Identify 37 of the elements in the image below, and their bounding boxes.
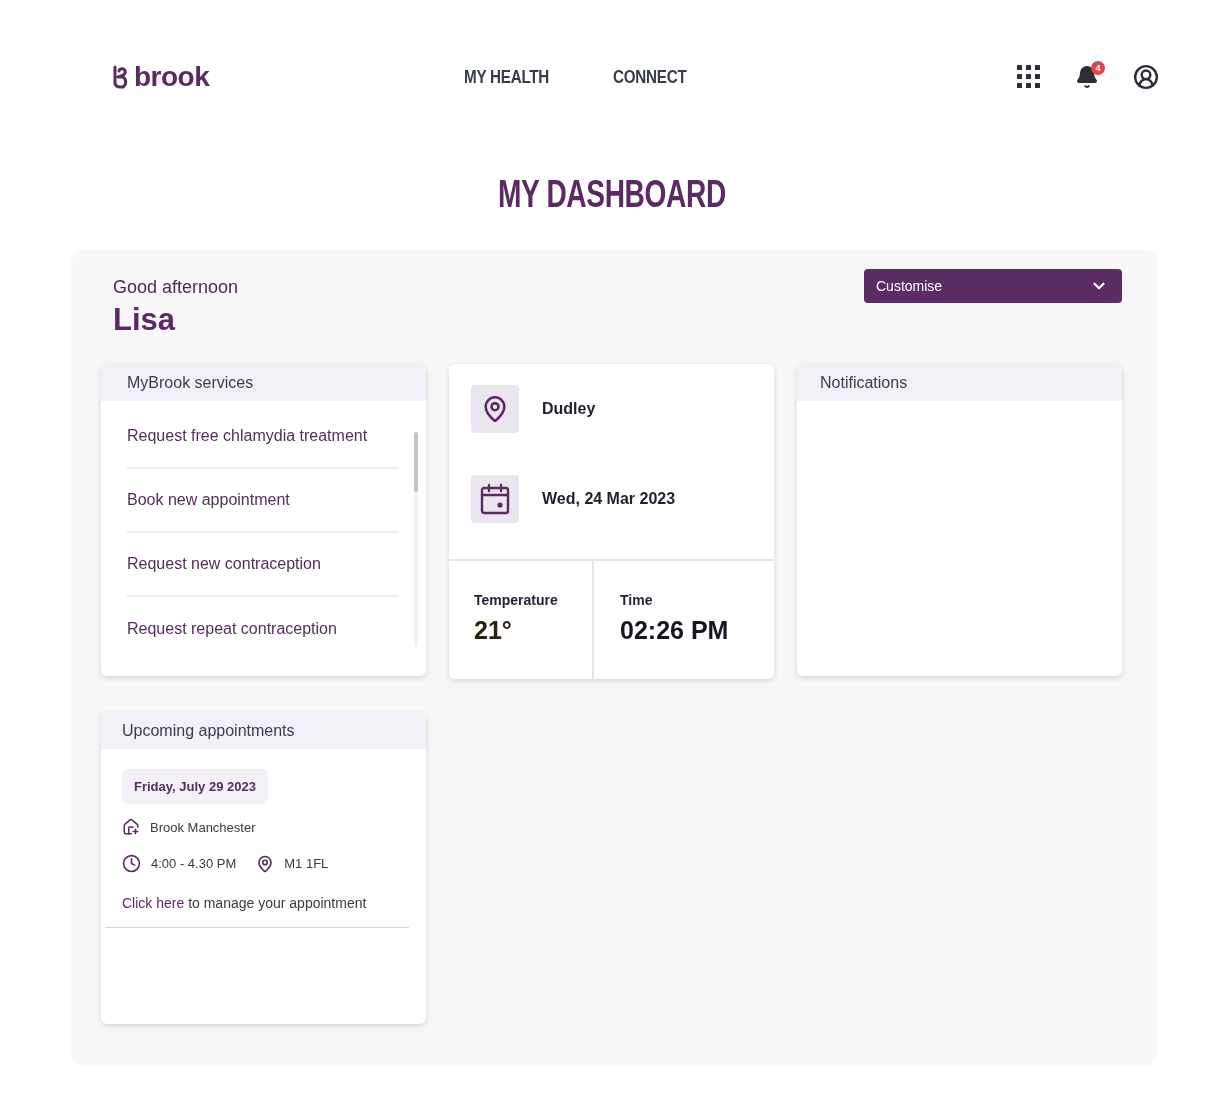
- notification-count-badge: 4: [1091, 61, 1105, 75]
- service-link[interactable]: Request new contraception: [127, 533, 399, 597]
- service-link[interactable]: Request free chlamydia treatment: [127, 405, 399, 469]
- postcode-text: M1 1FL: [284, 856, 329, 871]
- notifications-bell-icon[interactable]: [1075, 65, 1099, 89]
- temperature-value: 21°: [474, 616, 512, 645]
- time-label: Time: [620, 592, 653, 608]
- card-header: MyBrook services: [101, 364, 426, 401]
- service-link[interactable]: Request repeat contraception: [127, 597, 399, 661]
- clinic-name: Brook Manchester: [150, 819, 256, 835]
- nav-link[interactable]: CONNECT: [612, 66, 687, 88]
- card-header: Upcoming appointments: [101, 712, 426, 749]
- scrollbar-thumb[interactable]: [414, 432, 418, 492]
- clinic-icon: [122, 818, 140, 836]
- temperature-label: Temperature: [474, 592, 558, 608]
- apps-grid-icon[interactable]: [1017, 65, 1041, 89]
- user-name: Lisa: [113, 302, 177, 338]
- nav-link[interactable]: MY HEALTH: [464, 66, 550, 88]
- location-text: Dudley: [542, 400, 596, 418]
- manage-appointment-text: Click here to manage your appointment: [122, 895, 367, 911]
- clock-icon: [122, 854, 141, 873]
- time-value: 02:26 PM: [620, 616, 729, 645]
- appointment-time: 4:00 - 4.30 PM: [151, 856, 237, 871]
- appointment-date-chip: Friday, July 29 2023: [122, 769, 268, 804]
- logo-text[interactable]: brook: [134, 63, 210, 91]
- customise-dropdown[interactable]: Customise: [864, 269, 1122, 303]
- click-here-link[interactable]: Click here: [122, 895, 185, 911]
- location-pin-icon: [256, 854, 275, 873]
- calendar-icon: [471, 475, 519, 523]
- user-account-icon[interactable]: [1133, 64, 1159, 90]
- scrollbar-track[interactable]: [414, 432, 418, 647]
- service-link[interactable]: Book new appointment: [127, 469, 399, 533]
- date-text: Wed, 24 Mar 2023: [542, 490, 676, 508]
- page-title: MY DASHBOARD: [497, 175, 726, 213]
- card-header: Notifications: [797, 364, 1122, 401]
- greeting-text: Good afternoon: [113, 277, 239, 298]
- location-pin-icon: [471, 385, 519, 433]
